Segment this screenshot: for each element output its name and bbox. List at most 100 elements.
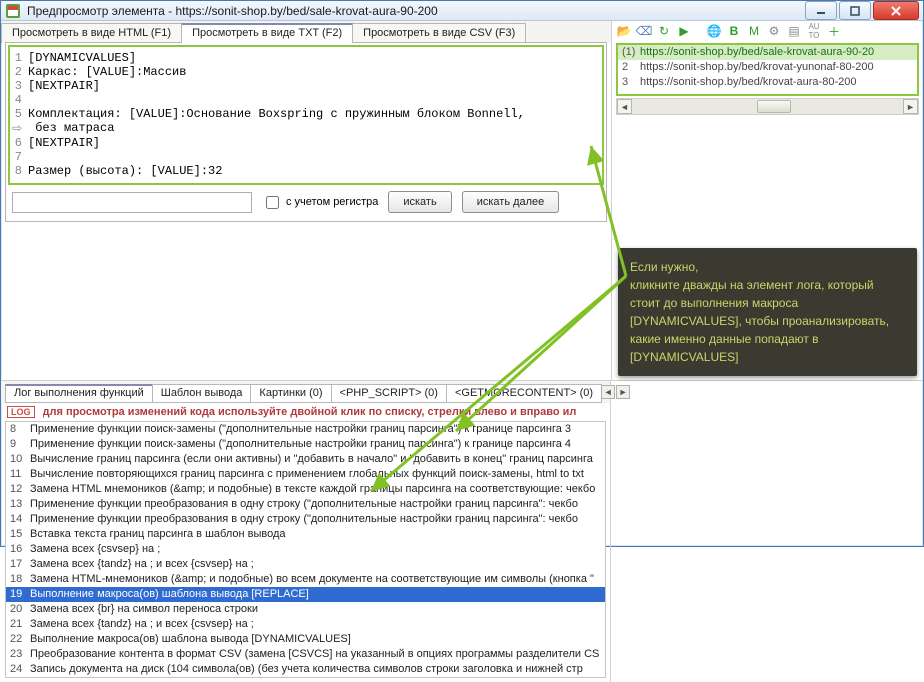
case-checkbox[interactable]: с учетом регистра: [262, 193, 378, 212]
right-lower-empty: [611, 381, 923, 682]
log-index: 17: [10, 557, 30, 572]
log-index: 16: [10, 542, 30, 557]
log-text: Выполнение макроса(ов) шаблона вывода [D…: [30, 632, 351, 647]
log-row[interactable]: 15Вставка текста границ парсинга в шабло…: [6, 527, 605, 542]
scroll-track[interactable]: [632, 99, 903, 114]
log-row[interactable]: 22Выполнение макроса(ов) шаблона вывода …: [6, 632, 605, 647]
scroll-thumb[interactable]: [757, 100, 791, 113]
list-icon[interactable]: ▤: [786, 23, 802, 39]
plus-icon[interactable]: ＋: [826, 23, 842, 39]
minimize-button[interactable]: [805, 1, 837, 20]
m-icon[interactable]: M: [746, 23, 762, 39]
gear-icon[interactable]: ⚙: [766, 23, 782, 39]
window-controls: [805, 1, 919, 20]
log-row[interactable]: 10Вычисление границ парсинга (если они а…: [6, 452, 605, 467]
url-row[interactable]: 2 https://sonit-shop.by/bed/krovat-yunon…: [618, 60, 917, 75]
code-text: без матраса: [28, 121, 114, 136]
log-row[interactable]: 23Преобразование контента в формат CSV (…: [6, 647, 605, 662]
url-hscrollbar[interactable]: ◄ ►: [616, 98, 919, 115]
log-text: Замена всех {csvsep} на ;: [30, 542, 160, 557]
gutter: ⇨: [12, 121, 28, 136]
find-next-button[interactable]: искать далее: [462, 191, 560, 213]
scroll-left-icon[interactable]: ◄: [617, 99, 632, 114]
url-index: (1): [622, 45, 640, 60]
app-window: Предпросмотр элемента - https://sonit-sh…: [0, 0, 924, 547]
auto-icon[interactable]: AUTO: [806, 23, 822, 39]
log-text: Запись документа на диск (104 символа(ов…: [30, 662, 583, 677]
log-text: Применение функции преобразования в одну…: [30, 512, 578, 527]
log-list[interactable]: 8Применение функции поиск-замены ("допол…: [5, 421, 606, 678]
globe-icon[interactable]: 🌐: [706, 23, 722, 39]
url-list[interactable]: (1) https://sonit-shop.by/bed/sale-krova…: [616, 43, 919, 96]
tab-txt[interactable]: Просмотреть в виде TXT (F2): [181, 23, 353, 43]
log-text: Замена всех {tandz} на ; и всех {csvsep}…: [30, 557, 254, 572]
code-text: Каркас: [VALUE]:Массив: [28, 65, 186, 79]
preview-body: 1[DYNAMICVALUES] 2Каркас: [VALUE]:Массив…: [5, 42, 607, 222]
log-row[interactable]: 18Замена HTML-мнемоников (&amp; и подобн…: [6, 572, 605, 587]
log-row[interactable]: 14Применение функции преобразования в од…: [6, 512, 605, 527]
log-text: Применение функции преобразования в одну…: [30, 497, 578, 512]
hint-tooltip: Если нужно, кликните дважды на элемент л…: [618, 248, 917, 376]
log-index: 24: [10, 662, 30, 677]
tab-csv[interactable]: Просмотреть в виде CSV (F3): [352, 23, 526, 43]
gutter: 6: [12, 136, 28, 150]
find-button[interactable]: искать: [388, 191, 451, 213]
log-index: 12: [10, 482, 30, 497]
url-text: https://sonit-shop.by/bed/sale-krovat-au…: [640, 45, 874, 60]
log-index: 20: [10, 602, 30, 617]
log-row[interactable]: 8Применение функции поиск-замены ("допол…: [6, 422, 605, 437]
bold-icon[interactable]: B: [726, 23, 742, 39]
log-text: Вставка текста границ парсинга в шаблон …: [30, 527, 286, 542]
scroll-right-icon[interactable]: ►: [903, 99, 918, 114]
search-input[interactable]: [12, 192, 252, 213]
log-index: 13: [10, 497, 30, 512]
refresh-icon[interactable]: ↻: [656, 23, 672, 39]
url-row[interactable]: (1) https://sonit-shop.by/bed/sale-krova…: [618, 45, 917, 60]
tab-images[interactable]: Картинки (0): [250, 384, 331, 403]
tab-html[interactable]: Просмотреть в виде HTML (F1): [1, 23, 182, 43]
tab-phpscript[interactable]: <PHP_SCRIPT> (0): [331, 384, 447, 403]
log-row[interactable]: 13Применение функции преобразования в од…: [6, 497, 605, 512]
log-row[interactable]: 11Вычисление повторяющихся границ парсин…: [6, 467, 605, 482]
close-button[interactable]: [873, 1, 919, 20]
gutter: 2: [12, 65, 28, 79]
log-text: Замена всех {br} на символ переноса стро…: [30, 602, 258, 617]
right-pane: 📂 ⌫ ↻ ▶ 🌐 B M ⚙ ▤ AUTO ＋ (1) https://son…: [611, 21, 923, 380]
tab-log[interactable]: Лог выполнения функций: [5, 384, 153, 403]
log-text: Выполнение макроса(ов) шаблона вывода [R…: [30, 587, 309, 602]
tab-getmore[interactable]: <GETMORECONTENT> (0): [446, 384, 602, 403]
log-text: Замена HTML-мнемоников (&amp; и подобные…: [30, 572, 594, 587]
delete-icon[interactable]: ⌫: [636, 23, 652, 39]
case-checkbox-box[interactable]: [266, 196, 279, 209]
code-text: [NEXTPAIR]: [28, 79, 100, 93]
log-row[interactable]: 12Замена HTML мнемоников (&amp; и подобн…: [6, 482, 605, 497]
log-row[interactable]: 20Замена всех {br} на символ переноса ст…: [6, 602, 605, 617]
log-row[interactable]: 21Замена всех {tandz} на ; и всех {csvse…: [6, 617, 605, 632]
log-index: 14: [10, 512, 30, 527]
url-index: 2: [622, 60, 640, 75]
log-header: LOG для просмотра изменений кода использ…: [1, 403, 610, 421]
log-row[interactable]: 16Замена всех {csvsep} на ;: [6, 542, 605, 557]
log-row[interactable]: 19Выполнение макроса(ов) шаблона вывода …: [6, 587, 605, 602]
url-row[interactable]: 3 https://sonit-shop.by/bed/krovat-aura-…: [618, 75, 917, 90]
code-box[interactable]: 1[DYNAMICVALUES] 2Каркас: [VALUE]:Массив…: [8, 45, 604, 185]
preview-tabs: Просмотреть в виде HTML (F1) Просмотреть…: [1, 21, 611, 43]
preview-pane: Просмотреть в виде HTML (F1) Просмотреть…: [1, 21, 611, 380]
window-title: Предпросмотр элемента - https://sonit-sh…: [27, 4, 805, 18]
code-text: Размер (высота): [VALUE]:32: [28, 164, 222, 178]
log-index: 19: [10, 587, 30, 602]
log-text: Замена всех {tandz} на ; и всех {csvsep}…: [30, 617, 254, 632]
search-bar: с учетом регистра искать искать далее: [8, 185, 604, 219]
tab-template[interactable]: Шаблон вывода: [152, 384, 252, 403]
app-icon: [5, 3, 21, 19]
log-text: Замена HTML мнемоников (&amp; и подобные…: [30, 482, 595, 497]
folder-icon[interactable]: 📂: [616, 23, 632, 39]
log-row[interactable]: 24Запись документа на диск (104 символа(…: [6, 662, 605, 677]
run-icon[interactable]: ▶: [676, 23, 692, 39]
log-row[interactable]: 9Применение функции поиск-замены ("допол…: [6, 437, 605, 452]
gutter: 7: [12, 150, 28, 164]
log-row[interactable]: 17Замена всех {tandz} на ; и всех {csvse…: [6, 557, 605, 572]
log-tabs: Лог выполнения функций Шаблон вывода Кар…: [1, 381, 610, 403]
maximize-button[interactable]: [839, 1, 871, 20]
log-text: Преобразование контента в формат CSV (за…: [30, 647, 599, 662]
